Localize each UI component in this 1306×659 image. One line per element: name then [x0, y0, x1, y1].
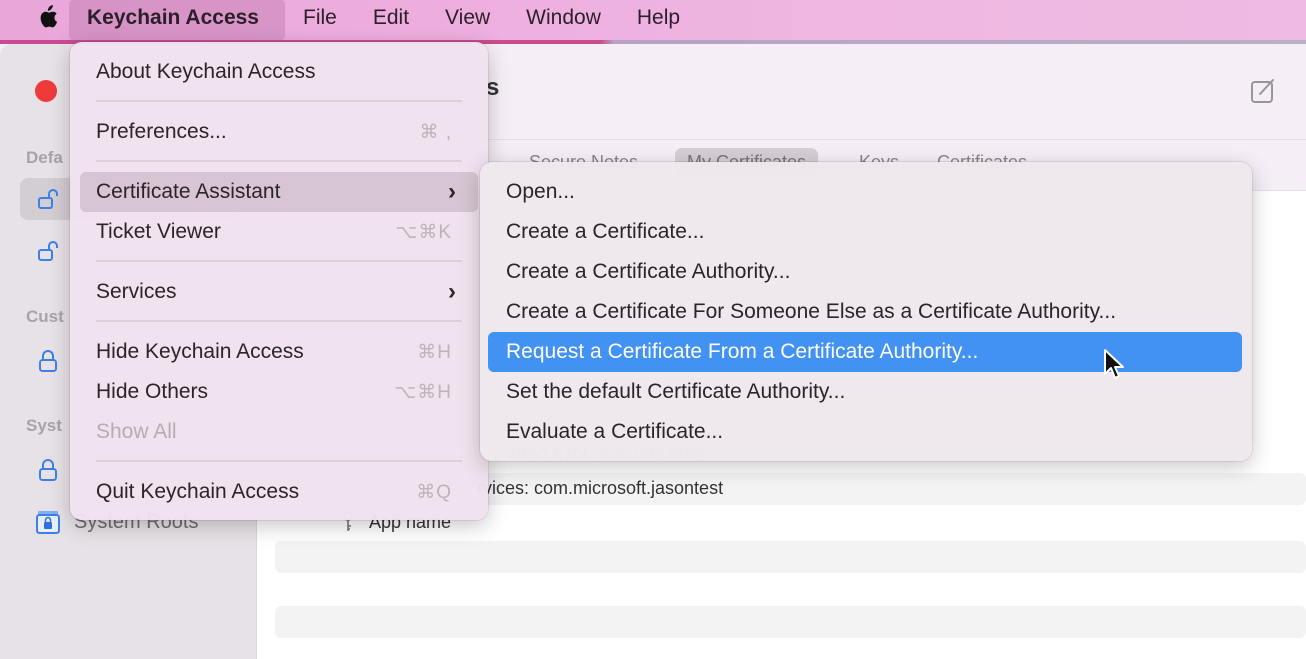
- submenu-item-label: Create a Certificate...: [506, 220, 705, 243]
- menu-item-label: Quit Keychain Access: [96, 480, 300, 503]
- keychain-access-menu: About Keychain Access Preferences... ⌘ ,…: [70, 42, 488, 520]
- menu-separator: [96, 460, 462, 462]
- submenu-item-label: Create a Certificate Authority...: [506, 260, 791, 283]
- menu-item-preferences[interactable]: Preferences... ⌘ ,: [80, 112, 478, 152]
- apple-logo-icon[interactable]: [33, 5, 63, 35]
- menu-separator: [96, 100, 462, 102]
- menu-item-about[interactable]: About Keychain Access: [80, 52, 478, 92]
- chevron-right-icon: ›: [448, 278, 456, 305]
- menu-item-show-all: Show All: [80, 412, 478, 452]
- submenu-item-label: Set the default Certificate Authority...: [506, 380, 846, 403]
- sidebar-section-default: Defa: [26, 148, 63, 167]
- unlocked-padlock-icon: [34, 239, 62, 263]
- submenu-item-label: Evaluate a Certificate...: [506, 420, 724, 443]
- cabinet-lock-icon: [34, 509, 62, 535]
- submenu-item-create-certificate[interactable]: Create a Certificate...: [488, 212, 1242, 252]
- submenu-item-open[interactable]: Open...: [488, 172, 1242, 212]
- menu-bar: Keychain Access File Edit View Window He…: [0, 0, 1306, 40]
- menu-item-label: About Keychain Access: [96, 60, 316, 83]
- window-title: s: [486, 74, 500, 101]
- submenu-item-evaluate-certificate[interactable]: Evaluate a Certificate...: [488, 412, 1242, 452]
- menu-item-label: Hide Others: [96, 380, 209, 403]
- submenu-item-request-certificate[interactable]: Request a Certificate From a Certificate…: [488, 332, 1242, 372]
- menu-file[interactable]: File: [285, 0, 355, 40]
- sidebar-section-custom: Cust: [26, 307, 64, 326]
- menu-separator: [96, 160, 462, 162]
- chevron-right-icon: ›: [448, 178, 456, 205]
- shortcut-label: ⌥⌘K: [395, 222, 452, 243]
- services-text[interactable]: rvices: com.microsoft.jasontest: [477, 478, 723, 499]
- shortcut-label: ⌘H: [417, 342, 452, 363]
- menu-keychain-access[interactable]: Keychain Access: [69, 0, 285, 40]
- shortcut-label: ⌘Q: [416, 482, 452, 503]
- menu-item-label: Preferences...: [96, 120, 227, 143]
- menu-item-label: Certificate Assistant: [96, 180, 281, 203]
- submenu-item-set-default-authority[interactable]: Set the default Certificate Authority...: [488, 372, 1242, 412]
- close-window-button[interactable]: [35, 80, 57, 102]
- mouse-pointer-icon: [1103, 348, 1125, 382]
- sidebar-section-system: Syst: [26, 416, 62, 435]
- submenu-item-label: Create a Certificate For Someone Else as…: [506, 300, 1117, 323]
- list-row-stripe: [275, 541, 1306, 573]
- shortcut-label: ⌥⌘H: [394, 382, 452, 403]
- compose-icon[interactable]: [1249, 77, 1277, 105]
- menu-item-hide-keychain-access[interactable]: Hide Keychain Access ⌘H: [80, 332, 478, 372]
- submenu-item-label: Open...: [506, 180, 575, 203]
- menu-separator: [96, 260, 462, 262]
- submenu-item-label: Request a Certificate From a Certificate…: [506, 340, 979, 363]
- menu-item-quit[interactable]: Quit Keychain Access ⌘Q: [80, 472, 478, 512]
- submenu-item-create-for-someone-else[interactable]: Create a Certificate For Someone Else as…: [488, 292, 1242, 332]
- menu-item-ticket-viewer[interactable]: Ticket Viewer ⌥⌘K: [80, 212, 478, 252]
- menu-item-label: Show All: [96, 420, 177, 443]
- menu-edit[interactable]: Edit: [355, 0, 427, 40]
- menu-item-label: Hide Keychain Access: [96, 340, 304, 363]
- list-row-stripe: [275, 606, 1306, 638]
- menu-item-services[interactable]: Services ›: [80, 272, 478, 312]
- locked-padlock-icon: [34, 458, 62, 482]
- menu-item-hide-others[interactable]: Hide Others ⌥⌘H: [80, 372, 478, 412]
- certificate-assistant-submenu: Open... Create a Certificate... Create a…: [480, 162, 1252, 461]
- locked-padlock-icon: [34, 349, 62, 373]
- menu-item-certificate-assistant[interactable]: Certificate Assistant ›: [80, 172, 478, 212]
- unlocked-padlock-icon: [34, 187, 62, 211]
- menu-view[interactable]: View: [427, 0, 508, 40]
- menu-separator: [96, 320, 462, 322]
- shortcut-label: ⌘ ,: [419, 122, 452, 143]
- menu-item-label: Services: [96, 280, 177, 303]
- menu-window[interactable]: Window: [508, 0, 619, 40]
- menu-item-label: Ticket Viewer: [96, 220, 221, 243]
- submenu-item-create-certificate-authority[interactable]: Create a Certificate Authority...: [488, 252, 1242, 292]
- menu-help[interactable]: Help: [619, 0, 698, 40]
